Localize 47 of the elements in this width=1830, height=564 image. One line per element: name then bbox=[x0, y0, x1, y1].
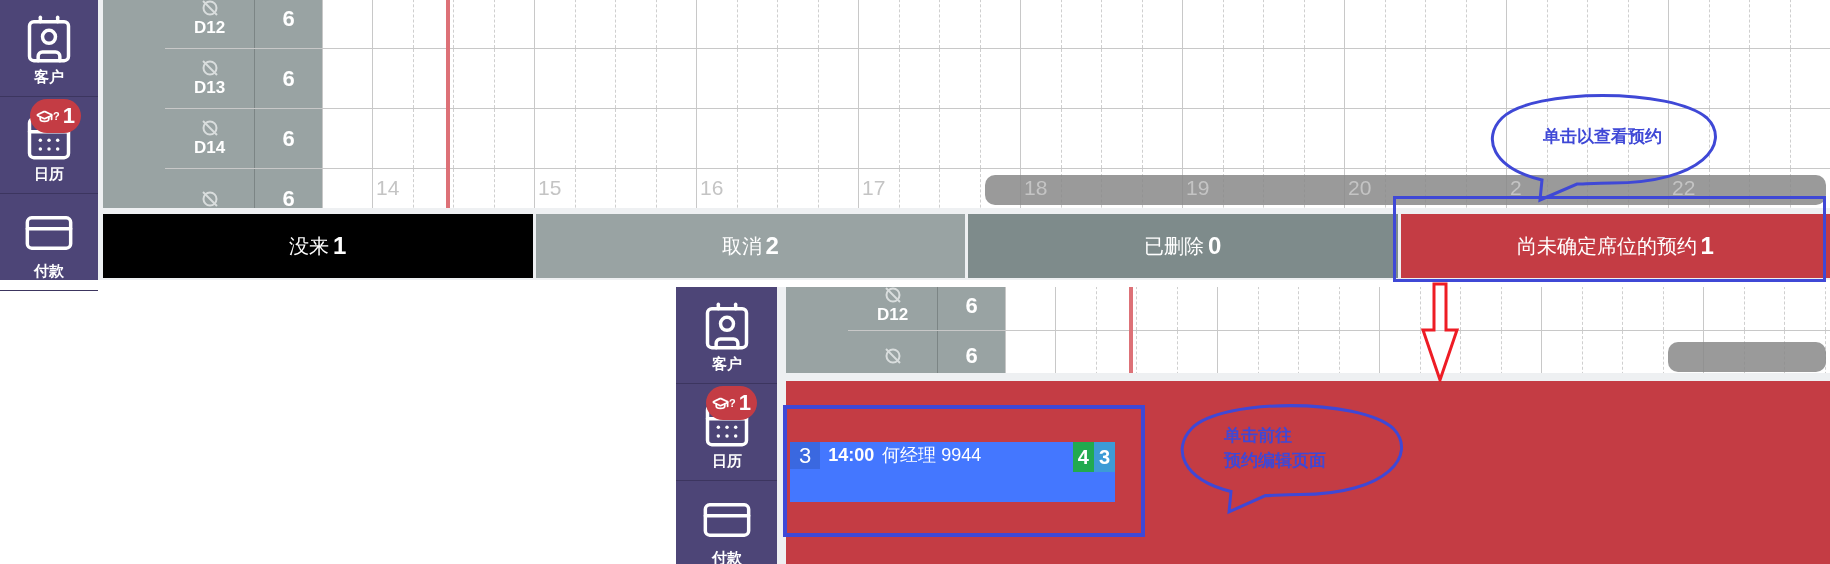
seat-count: 6 bbox=[282, 185, 295, 208]
callout-text: 单击以查看预约 bbox=[1542, 126, 1662, 149]
scrollbar[interactable] bbox=[985, 175, 1826, 205]
sidebar-label: 付款 bbox=[711, 549, 742, 564]
table-name: D13 bbox=[193, 76, 226, 99]
slashed-circle-icon bbox=[200, 58, 219, 77]
status-tab[interactable]: 没来 1 bbox=[103, 214, 533, 278]
hour-label: 15 bbox=[538, 177, 562, 198]
booking-tag: 3 bbox=[1093, 442, 1115, 472]
booking-seat-number: 3 bbox=[790, 442, 821, 469]
seat-count: 6 bbox=[965, 342, 978, 370]
status-tab[interactable]: 已删除 0 bbox=[968, 214, 1398, 278]
slashed-circle-icon bbox=[883, 287, 902, 304]
sidebar-label: 客户 bbox=[711, 355, 742, 371]
booking-card[interactable]: 3 14:00 何经理 9944 4 3 bbox=[790, 442, 1115, 502]
slashed-circle-icon bbox=[200, 118, 219, 137]
sidebar-label: 付款 bbox=[34, 262, 64, 278]
seat-count: 6 bbox=[965, 292, 978, 320]
badge-count: 1 bbox=[62, 105, 75, 127]
scrollbar[interactable] bbox=[1668, 342, 1826, 372]
booking-tag: 4 bbox=[1072, 442, 1094, 472]
seat-count: 6 bbox=[282, 5, 295, 33]
table-name: D14 bbox=[193, 136, 226, 159]
table-name: D12 bbox=[193, 16, 226, 39]
sidebar-label: 日历 bbox=[34, 165, 64, 181]
status-tab[interactable]: 尚未确定席位的预约 1 bbox=[1400, 214, 1830, 278]
callout-text: 单击前往 bbox=[1224, 427, 1292, 444]
seat-count: 6 bbox=[282, 125, 295, 153]
sidebar-item[interactable]: 日历 ?1 bbox=[676, 384, 777, 481]
callout-text: 预约编辑页面 bbox=[1224, 452, 1326, 469]
slashed-circle-icon bbox=[200, 189, 219, 208]
slashed-circle-icon bbox=[200, 0, 219, 17]
seat-count: 6 bbox=[282, 65, 295, 93]
sidebar-label: 日历 bbox=[711, 452, 742, 468]
sidebar-item[interactable]: 日历 ?1 bbox=[0, 97, 98, 194]
hour-label: 17 bbox=[862, 177, 886, 198]
badge-count: 1 bbox=[738, 392, 751, 414]
slashed-circle-icon bbox=[883, 346, 902, 365]
booking-time: 14:00 bbox=[828, 444, 875, 467]
badge-mark: ? bbox=[53, 108, 60, 124]
sidebar-item[interactable]: 客户 bbox=[676, 287, 777, 384]
booking-guest: 何经理 9944 bbox=[882, 444, 983, 467]
hour-label: 16 bbox=[700, 177, 724, 198]
badge-mark: ? bbox=[729, 395, 736, 411]
sidebar-label: 客户 bbox=[34, 68, 64, 84]
hour-label: 14 bbox=[376, 177, 400, 198]
table-name: D12 bbox=[876, 303, 909, 326]
